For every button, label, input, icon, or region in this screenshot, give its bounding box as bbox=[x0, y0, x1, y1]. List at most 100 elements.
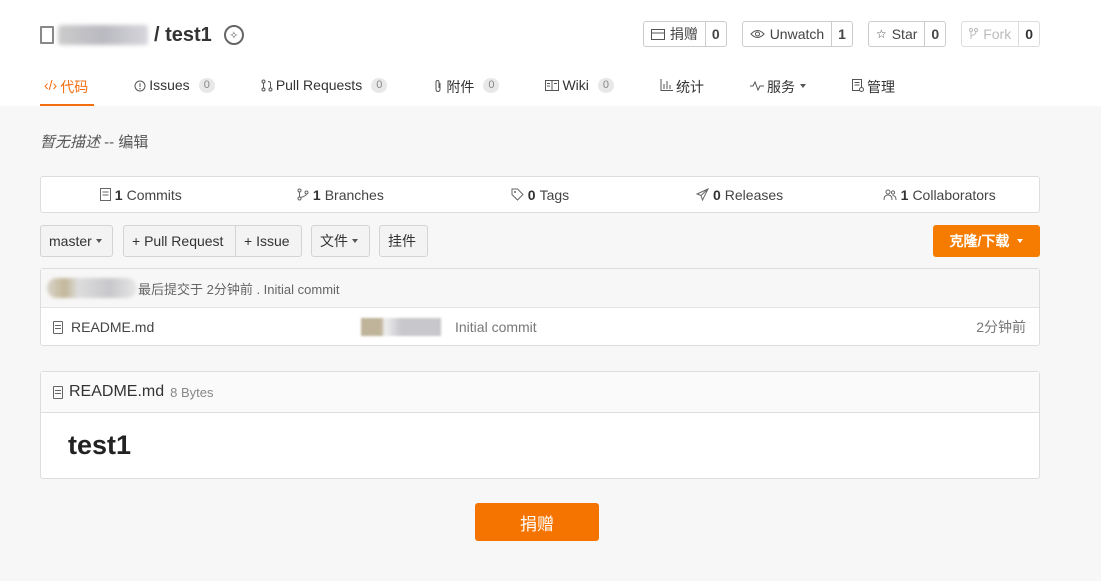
stat-releases[interactable]: 0 Releases bbox=[640, 177, 840, 212]
repo-stats-bar: 1 Commits 1 Branches 0 Tags 0 Releases 1… bbox=[40, 176, 1040, 213]
readme-panel: README.md 8 Bytes test1 bbox=[40, 371, 1040, 479]
tab-services[interactable]: 服务 bbox=[746, 66, 807, 106]
code-icon: ‹/› bbox=[44, 77, 58, 93]
tab-code-label: 代码 bbox=[60, 79, 89, 95]
collaborators-label: Collaborators bbox=[912, 186, 996, 203]
chevron-down-icon bbox=[800, 84, 807, 88]
unwatch-label: Unwatch bbox=[769, 26, 825, 42]
readme-filename: README.md bbox=[69, 383, 165, 400]
stars-count[interactable]: 0 bbox=[924, 22, 945, 46]
star-icon: ☆ bbox=[875, 27, 887, 41]
files-dropdown-label: 文件 bbox=[320, 233, 348, 249]
tab-statistics[interactable]: 统计 bbox=[656, 66, 704, 106]
pulse-icon bbox=[750, 81, 765, 91]
file-icon bbox=[53, 320, 63, 334]
pull-requests-count: 0 bbox=[371, 78, 388, 93]
readme-size: 8 Bytes bbox=[170, 384, 214, 400]
tab-manage[interactable]: 管理 bbox=[848, 66, 895, 106]
tab-pull-requests[interactable]: Pull Requests 0 bbox=[257, 66, 388, 106]
repo-name[interactable]: / test1 bbox=[154, 24, 212, 47]
tab-statistics-label: 统计 bbox=[676, 79, 705, 95]
commits-label: Commits bbox=[126, 186, 182, 203]
plugins-label: 挂件 bbox=[388, 233, 416, 249]
branch-icon bbox=[297, 188, 309, 201]
commits-icon bbox=[99, 188, 111, 201]
stat-tags[interactable]: 0 Tags bbox=[440, 177, 640, 212]
people-icon bbox=[883, 189, 897, 200]
issues-count: 0 bbox=[198, 78, 215, 93]
donate-label: 捐赠 bbox=[669, 26, 698, 42]
tab-issues[interactable]: Issues 0 bbox=[130, 66, 215, 106]
tab-manage-label: 管理 bbox=[867, 79, 896, 95]
tab-services-label: 服务 bbox=[767, 79, 796, 95]
file-commit-author-redacted[interactable] bbox=[361, 318, 441, 336]
branch-select-value: master bbox=[49, 233, 92, 249]
eye-icon bbox=[750, 30, 765, 38]
clone-download-label: 克隆/下载 bbox=[949, 233, 1010, 249]
new-pull-request-label: + Pull Request bbox=[132, 233, 224, 249]
file-icon bbox=[53, 385, 63, 399]
code-toolbar: master + Pull Request + Issue 文件 挂件 克隆/下… bbox=[40, 225, 1040, 257]
wiki-count: 0 bbox=[597, 78, 615, 93]
file-commit-message[interactable]: Initial commit bbox=[455, 319, 537, 335]
new-pull-request-button[interactable]: + Pull Request bbox=[123, 225, 236, 257]
pull-request-icon bbox=[261, 79, 273, 92]
forks-count[interactable]: 0 bbox=[1018, 22, 1039, 46]
attachments-count: 0 bbox=[483, 78, 500, 93]
new-issue-label: + Issue bbox=[244, 233, 290, 249]
tab-wiki[interactable]: Wiki 0 bbox=[541, 66, 615, 106]
file-commit-time: 2分钟前 bbox=[976, 319, 1026, 335]
readme-content: test1 bbox=[41, 413, 1039, 478]
last-commit-text[interactable]: 最后提交于 2分钟前 . Initial commit bbox=[138, 279, 340, 298]
tab-issues-label: Issues bbox=[149, 77, 190, 93]
committer-avatar-redacted[interactable] bbox=[47, 278, 137, 298]
tab-code[interactable]: ‹/› 代码 bbox=[40, 66, 95, 106]
tab-attachments[interactable]: 附件 0 bbox=[429, 66, 500, 106]
branch-select[interactable]: master bbox=[40, 225, 113, 257]
readme-heading: test1 bbox=[68, 430, 132, 460]
chevron-down-icon bbox=[95, 239, 102, 243]
fork-button[interactable]: Fork 0 bbox=[961, 21, 1040, 47]
donate-action-button[interactable]: 捐赠 0 bbox=[642, 21, 727, 47]
send-icon bbox=[695, 188, 709, 201]
repo-description: 暂无描述 -- 编辑 bbox=[40, 131, 148, 152]
fork-icon bbox=[969, 28, 979, 39]
book-icon bbox=[545, 80, 560, 91]
card-icon bbox=[650, 28, 665, 40]
tag-icon bbox=[511, 188, 524, 201]
repo-actions: 捐赠 0 Unwatch 1 ☆ Star 0 Fork 0 bbox=[642, 21, 1040, 47]
stat-commits[interactable]: 1 Commits bbox=[41, 177, 241, 212]
branches-count: 1 bbox=[312, 186, 321, 203]
description-text: 暂无描述 bbox=[40, 134, 101, 151]
watchers-count[interactable]: 1 bbox=[831, 22, 852, 46]
paperclip-icon bbox=[435, 79, 441, 93]
repo-title-bar: / test1 ✧ bbox=[40, 20, 244, 50]
repository-icon bbox=[40, 26, 54, 44]
bar-chart-icon bbox=[660, 79, 674, 91]
chevron-down-icon bbox=[1017, 239, 1024, 243]
owner-name-redacted[interactable] bbox=[58, 25, 148, 45]
clone-download-button[interactable]: 克隆/下载 bbox=[933, 225, 1040, 257]
stat-collaborators[interactable]: 1 Collaborators bbox=[839, 177, 1039, 212]
file-list: 最后提交于 2分钟前 . Initial commit README.md In… bbox=[40, 268, 1040, 346]
collaborators-count: 1 bbox=[900, 186, 909, 203]
tags-label: Tags bbox=[539, 186, 570, 203]
unwatch-button[interactable]: Unwatch 1 bbox=[741, 21, 853, 47]
branches-label: Branches bbox=[324, 186, 384, 203]
new-issue-button[interactable]: + Issue bbox=[235, 225, 302, 257]
description-separator: -- bbox=[100, 134, 119, 151]
repo-header: / test1 ✧ 捐赠 0 Unwatch 1 ☆ Star 0 Fork 0… bbox=[0, 0, 1101, 106]
star-button[interactable]: ☆ Star 0 bbox=[867, 21, 947, 47]
donate-count[interactable]: 0 bbox=[704, 22, 726, 46]
files-dropdown[interactable]: 文件 bbox=[311, 225, 370, 257]
releases-label: Releases bbox=[724, 186, 784, 203]
releases-count: 0 bbox=[712, 186, 721, 203]
settings-doc-icon bbox=[852, 79, 865, 92]
last-commit-bar: 最后提交于 2分钟前 . Initial commit bbox=[41, 269, 1039, 308]
tab-wiki-label: Wiki bbox=[562, 77, 589, 93]
edit-description-link[interactable]: 编辑 bbox=[118, 134, 148, 151]
stat-branches[interactable]: 1 Branches bbox=[241, 177, 441, 212]
plugins-button[interactable]: 挂件 bbox=[379, 225, 428, 257]
donate-button[interactable]: 捐赠 bbox=[475, 503, 599, 541]
file-name-link[interactable]: README.md bbox=[71, 319, 154, 335]
